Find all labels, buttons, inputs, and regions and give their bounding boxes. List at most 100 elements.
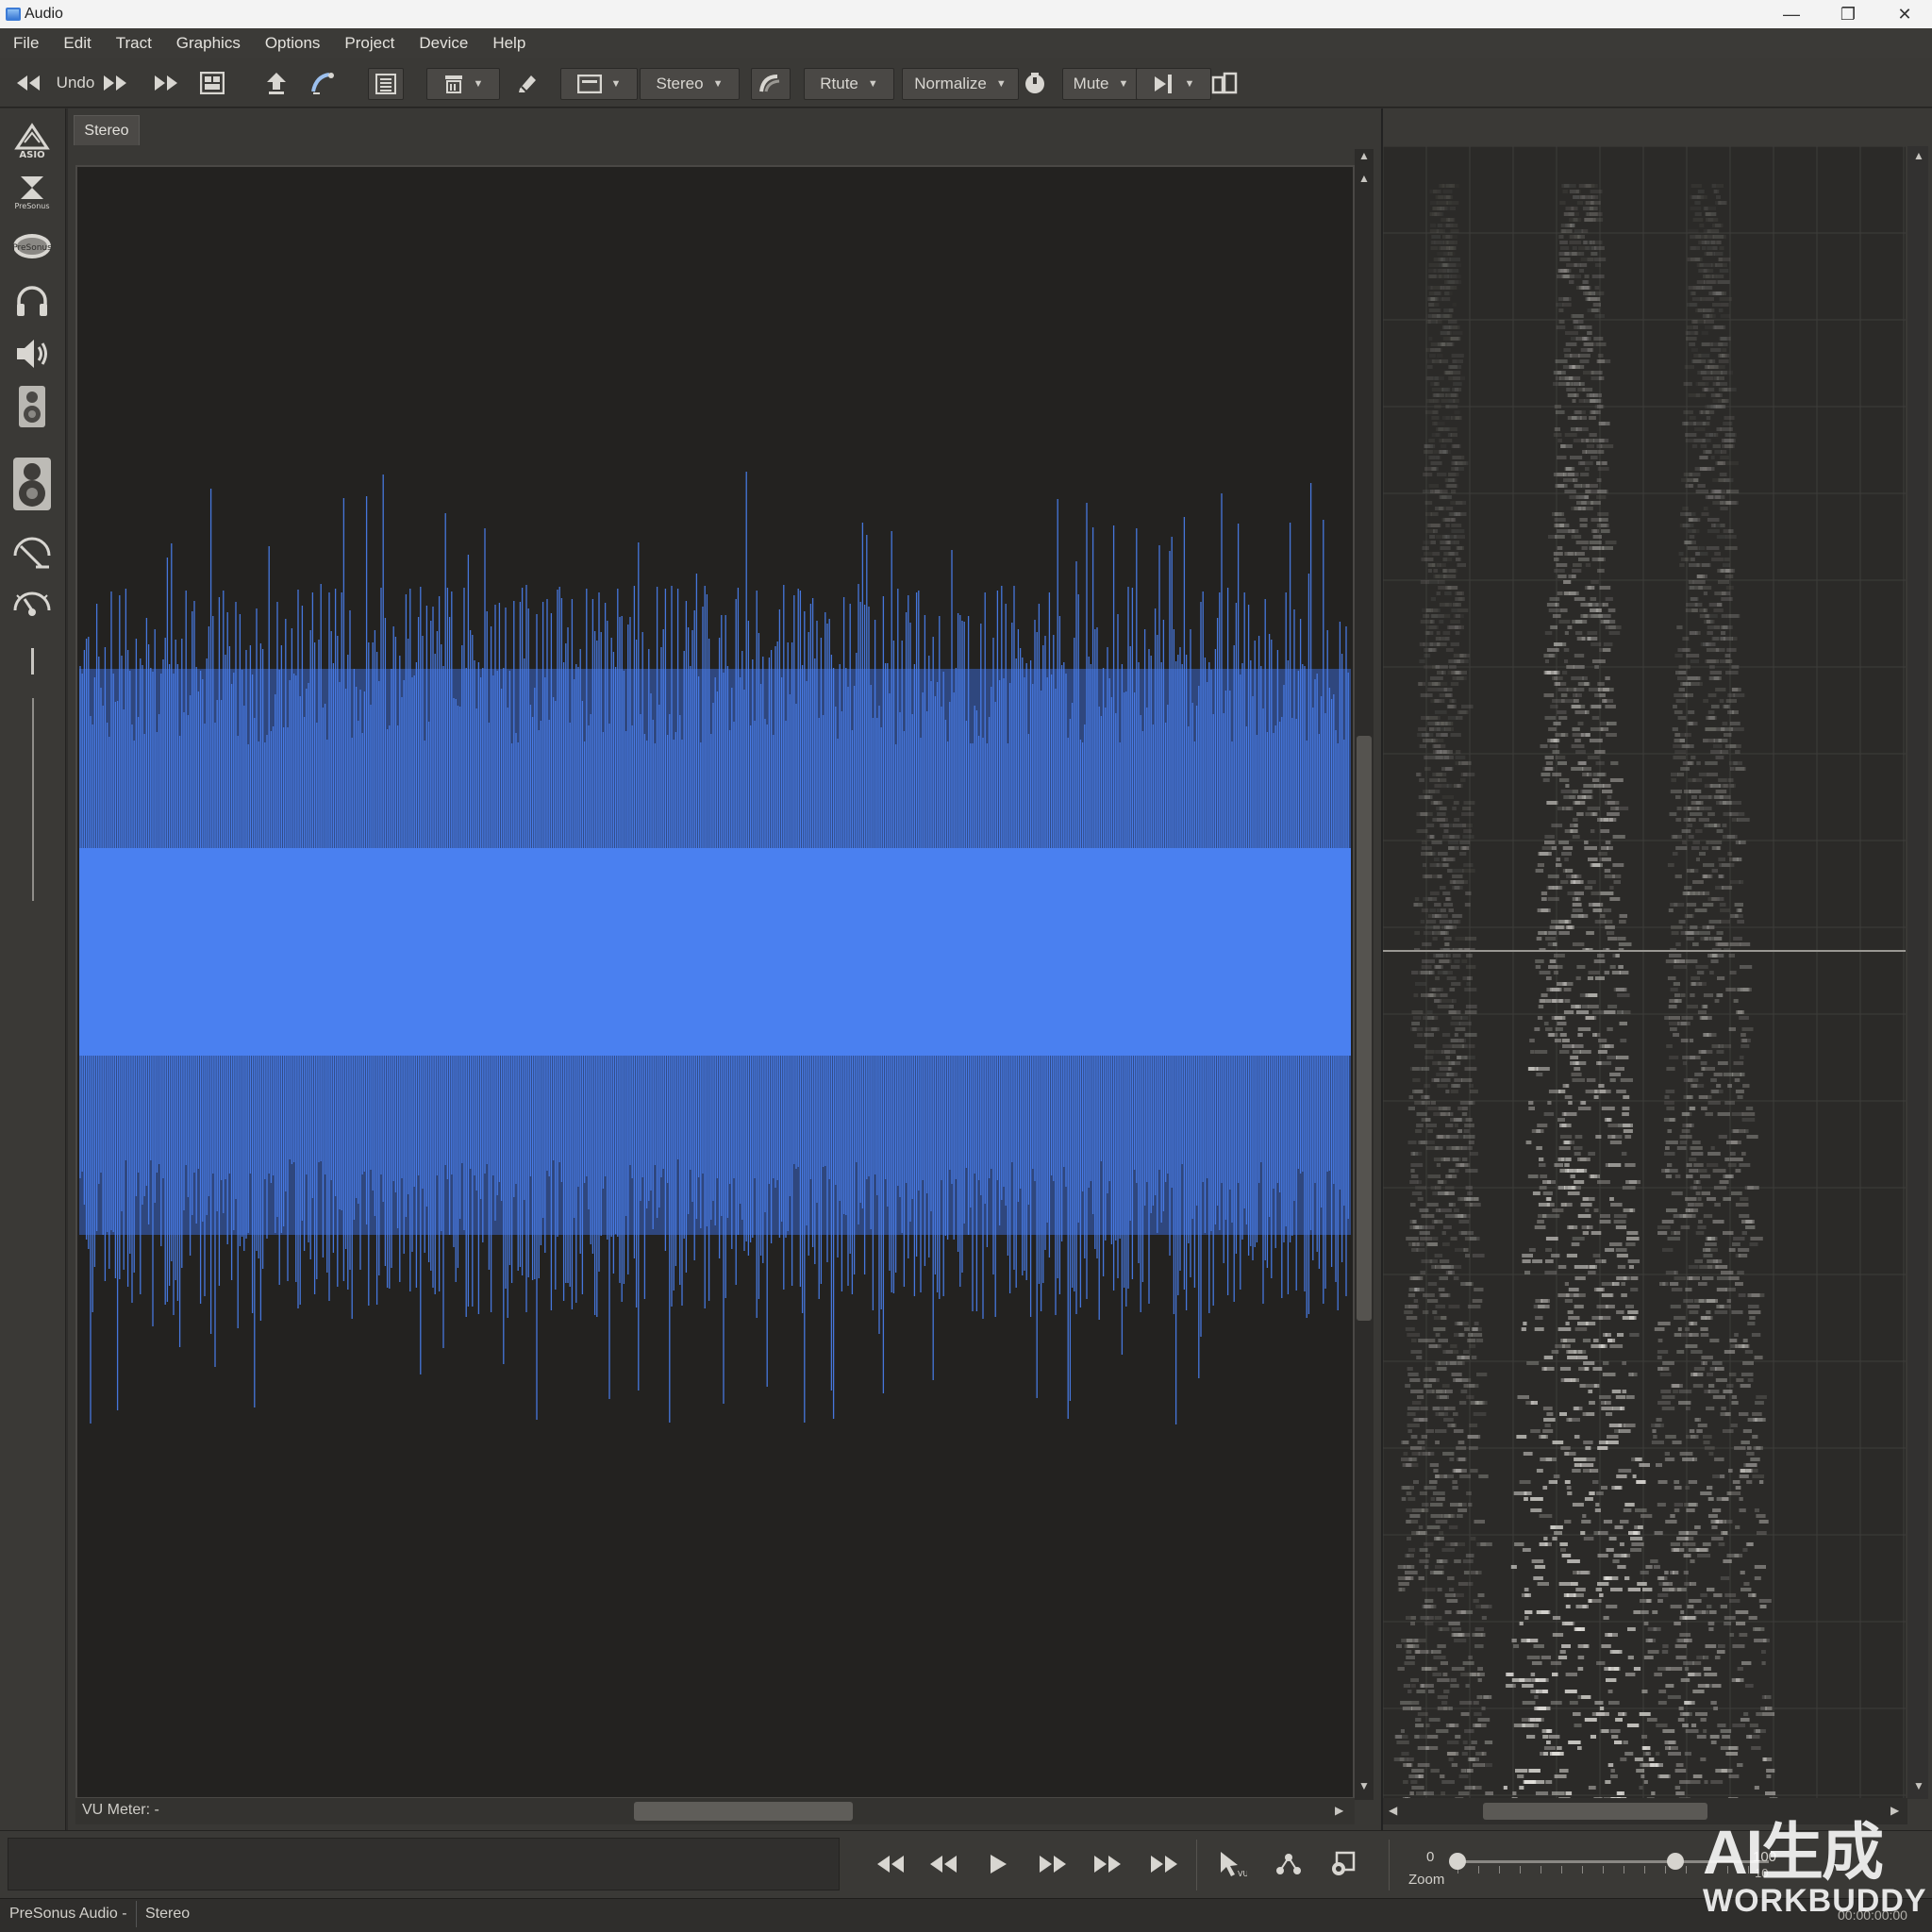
spectrogram-scroll-right-icon[interactable]: ▶ bbox=[1890, 1804, 1899, 1817]
menu-graphics[interactable]: Graphics bbox=[176, 34, 254, 53]
svg-text:PreSonus: PreSonus bbox=[12, 243, 52, 253]
spectrogram-graphic bbox=[1383, 146, 1906, 1799]
rewind-button-icon[interactable] bbox=[923, 1845, 964, 1883]
spectrogram-scroll-down-icon[interactable]: ▼ bbox=[1913, 1779, 1924, 1792]
status-mode: Stereo bbox=[145, 1906, 191, 1922]
status-app-name: PreSonus Audio - bbox=[9, 1906, 127, 1922]
transport-divider bbox=[1389, 1840, 1390, 1890]
waveform-view[interactable] bbox=[75, 165, 1355, 1799]
status-divider bbox=[136, 1901, 137, 1927]
app-icon bbox=[6, 8, 21, 21]
scroll-up-small-icon[interactable]: ▲ bbox=[1358, 172, 1370, 185]
normalize-select[interactable]: Normalize ▼ bbox=[902, 68, 1019, 100]
pencil-icon[interactable] bbox=[511, 68, 543, 98]
signal-path-icon[interactable] bbox=[751, 68, 791, 100]
device-sidebar: ASIO PreSonus PreSonus bbox=[0, 108, 66, 1830]
horizontal-scroll-thumb[interactable] bbox=[634, 1802, 853, 1821]
scroll-down-icon[interactable]: ▼ bbox=[1358, 1779, 1370, 1792]
menu-device[interactable]: Device bbox=[419, 34, 481, 53]
undo-button[interactable]: Undo bbox=[53, 68, 98, 98]
mute-select[interactable]: Mute ▼ bbox=[1062, 68, 1140, 100]
play-icon[interactable] bbox=[977, 1845, 1019, 1883]
zoom-tick bbox=[1520, 1866, 1521, 1874]
loop-record-icon[interactable] bbox=[1323, 1845, 1364, 1883]
upload-icon[interactable] bbox=[260, 68, 292, 98]
tab-stereo[interactable]: Stereo bbox=[74, 115, 140, 145]
speaker-volume-icon[interactable] bbox=[9, 331, 55, 376]
split-menu-icon[interactable]: ▼ bbox=[1136, 68, 1211, 100]
zoom-slider-handle[interactable] bbox=[1667, 1853, 1684, 1870]
status-bar bbox=[0, 1898, 1932, 1932]
rewind-icon[interactable] bbox=[11, 68, 45, 98]
microphone-icon[interactable] bbox=[1019, 68, 1051, 98]
vertical-scroll-thumb[interactable] bbox=[1357, 736, 1372, 1321]
zoom-tick bbox=[1582, 1866, 1583, 1874]
edit-curve-icon[interactable] bbox=[308, 68, 340, 98]
go-to-end-icon[interactable] bbox=[1143, 1845, 1185, 1883]
level-meter-icon[interactable] bbox=[9, 584, 55, 629]
scroll-up-icon[interactable]: ▲ bbox=[1358, 149, 1370, 162]
title-bar: Audio — ❐ ✕ bbox=[0, 0, 1932, 28]
panel-toggle-icon[interactable] bbox=[1208, 68, 1241, 98]
menu-options[interactable]: Options bbox=[265, 34, 334, 53]
layout-icon[interactable] bbox=[196, 68, 228, 98]
asio-logo-icon[interactable]: ASIO bbox=[9, 118, 55, 163]
zoom-tick bbox=[1499, 1866, 1500, 1874]
spectrogram-scroll-up-icon[interactable]: ▲ bbox=[1913, 149, 1924, 162]
transport-divider bbox=[1196, 1840, 1197, 1890]
fader-track[interactable] bbox=[32, 698, 34, 901]
zoom-tick bbox=[1686, 1866, 1687, 1874]
svg-text:VU: VU bbox=[1238, 1870, 1247, 1878]
minimize-button[interactable]: — bbox=[1764, 0, 1819, 28]
toolbar: Undo ▼ ▼ Stereo ▼ Rtute ▼ Normalize ▼ Mu… bbox=[0, 58, 1932, 108]
window-title: Audio bbox=[25, 6, 63, 22]
mute-select-value: Mute bbox=[1073, 75, 1109, 92]
zoom-tick bbox=[1478, 1866, 1479, 1874]
zoom-label: Zoom bbox=[1408, 1872, 1445, 1888]
vu-meter-label: VU Meter: - bbox=[82, 1802, 159, 1818]
region-menu-icon[interactable]: ▼ bbox=[560, 68, 638, 100]
headphones-icon[interactable] bbox=[9, 278, 55, 324]
normalize-select-value: Normalize bbox=[914, 75, 987, 92]
menu-bar: File Edit Tract Graphics Options Project… bbox=[0, 28, 1932, 58]
clip-menu-icon[interactable]: ▼ bbox=[426, 68, 500, 100]
watermark-brand: WORKBUDDY bbox=[1703, 1883, 1927, 1919]
spectrogram-view[interactable] bbox=[1383, 146, 1906, 1799]
menu-edit[interactable]: Edit bbox=[63, 34, 104, 53]
spectrogram-vertical-scrollbar[interactable] bbox=[1907, 146, 1928, 1799]
route-select[interactable]: Rtute ▼ bbox=[804, 68, 894, 100]
maximize-button[interactable]: ❐ bbox=[1821, 0, 1875, 28]
zoom-tick bbox=[1665, 1866, 1666, 1874]
redo-icon[interactable] bbox=[100, 68, 130, 98]
zoom-tick bbox=[1644, 1866, 1645, 1874]
menu-help[interactable]: Help bbox=[492, 34, 539, 53]
zoom-slider-start-handle[interactable] bbox=[1449, 1853, 1466, 1870]
vu-cursor-icon[interactable]: VU bbox=[1211, 1845, 1253, 1883]
monitor-speaker-icon[interactable] bbox=[9, 384, 55, 429]
menu-file[interactable]: File bbox=[13, 34, 52, 53]
close-button[interactable]: ✕ bbox=[1877, 0, 1932, 28]
zoom-tick bbox=[1561, 1866, 1562, 1874]
spectrogram-scroll-thumb[interactable] bbox=[1483, 1803, 1707, 1820]
route-select-value: Rtute bbox=[820, 75, 858, 92]
nodes-icon[interactable] bbox=[1268, 1845, 1309, 1883]
go-to-start-icon[interactable] bbox=[870, 1845, 911, 1883]
fast-forward-icon[interactable] bbox=[151, 68, 181, 98]
scroll-right-icon[interactable]: ▶ bbox=[1335, 1804, 1343, 1817]
channel-select[interactable]: Stereo ▼ bbox=[640, 68, 740, 100]
presonus-logo-icon[interactable]: PreSonus bbox=[9, 169, 55, 214]
menu-track[interactable]: Tract bbox=[116, 34, 165, 53]
waveform-graphic bbox=[79, 472, 1351, 1424]
watermark: AI生成 WORKBUDDY bbox=[1703, 1819, 1926, 1923]
spectrogram-scroll-left-icon[interactable]: ◀ bbox=[1389, 1804, 1397, 1817]
transport-display bbox=[8, 1838, 840, 1890]
menu-project[interactable]: Project bbox=[344, 34, 408, 53]
channel-select-value: Stereo bbox=[656, 75, 704, 92]
gain-meter-icon[interactable] bbox=[9, 531, 55, 576]
presonus-badge-icon[interactable]: PreSonus bbox=[9, 224, 55, 269]
list-view-icon[interactable] bbox=[368, 68, 404, 100]
forward-button-icon[interactable] bbox=[1032, 1845, 1074, 1883]
zoom-tick bbox=[1603, 1866, 1604, 1874]
studio-speaker-icon[interactable] bbox=[9, 454, 55, 514]
fast-forward-button-icon[interactable] bbox=[1087, 1845, 1128, 1883]
